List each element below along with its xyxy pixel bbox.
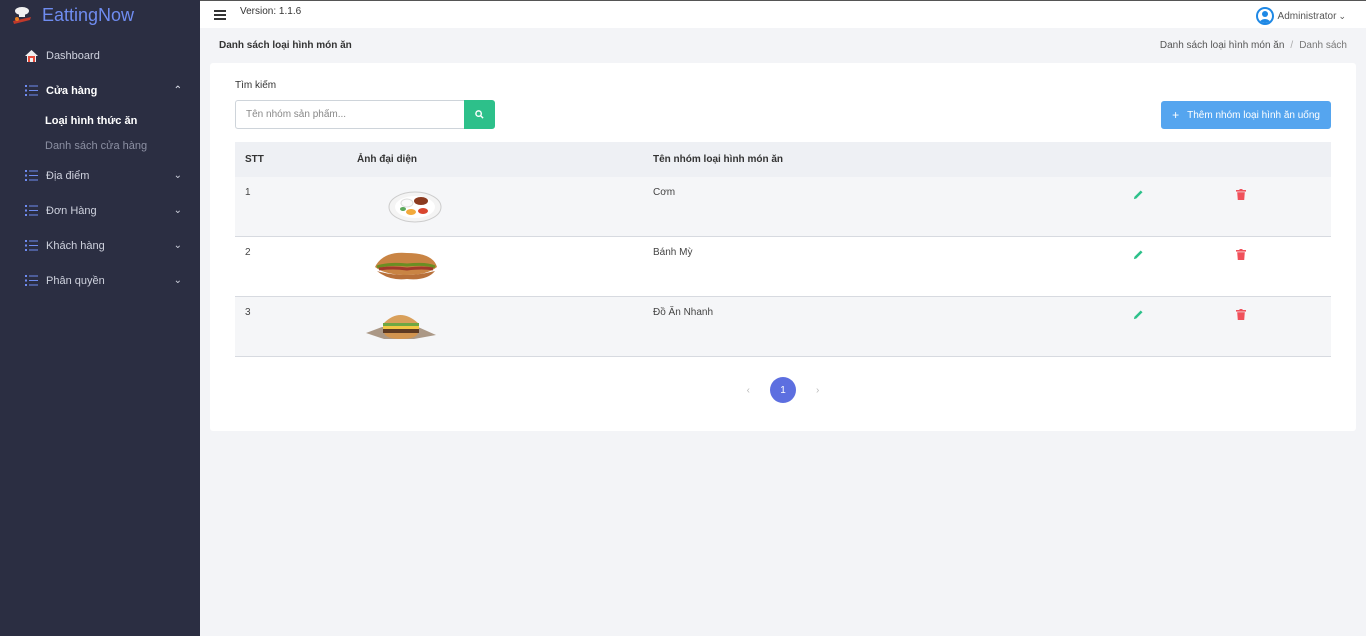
pagination-prev[interactable]: ‹ <box>747 385 750 396</box>
sidebar-menu: Dashboard Cửa hàng ⌃ Loại hình thức ăn D… <box>0 38 200 298</box>
trash-icon <box>1236 249 1246 260</box>
list-icon <box>24 85 38 97</box>
cell-name: Đồ Ăn Nhanh <box>653 307 714 318</box>
search-input[interactable] <box>235 100 464 129</box>
sidebar-item-dashboard[interactable]: Dashboard <box>0 38 200 73</box>
sidebar-item-permissions[interactable]: Phân quyền ⌄ <box>0 263 200 298</box>
list-icon <box>24 275 38 287</box>
column-header-stt: STT <box>245 154 264 165</box>
app-version: Version: 1.1.6 <box>240 6 302 17</box>
submenu-item-store-list[interactable]: Danh sách cửa hàng <box>0 133 200 158</box>
page-title: Danh sách loại hình món ăn <box>219 39 352 51</box>
list-icon <box>24 240 38 252</box>
sidebar-item-label: Địa điểm <box>46 169 90 182</box>
pencil-icon <box>1133 190 1143 200</box>
chef-logo-icon <box>10 4 34 26</box>
topbar: Version: 1.1.6 Administrator ⌄ <box>200 0 1366 28</box>
sidebar-item-label: Đơn Hàng <box>46 204 97 217</box>
chevron-up-icon: ⌃ <box>173 85 182 96</box>
cell-name: Cơm <box>653 187 676 198</box>
chevron-down-icon: ⌄ <box>173 170 182 181</box>
search-button[interactable] <box>464 100 495 129</box>
column-header-name: Tên nhóm loại hình món ăn <box>653 154 783 165</box>
sidebar-item-label: Phân quyền <box>46 274 105 287</box>
cell-image <box>347 297 653 345</box>
breadcrumb-current: Danh sách <box>1299 39 1347 51</box>
chevron-down-icon: ⌄ <box>173 240 182 251</box>
user-menu[interactable]: Administrator ⌄ <box>1255 7 1346 25</box>
pagination-page-current[interactable]: 1 <box>770 377 796 403</box>
food-type-table: STT Ảnh đại diện Tên nhóm loại hình món … <box>235 142 1331 357</box>
pencil-icon <box>1133 310 1143 320</box>
list-icon <box>24 205 38 217</box>
burger-image <box>366 315 436 339</box>
edit-button[interactable] <box>1123 237 1227 263</box>
delete-button[interactable] <box>1227 297 1307 323</box>
sidebar-item-locations[interactable]: Địa điểm ⌄ <box>0 158 200 193</box>
plus-icon: + <box>1172 108 1180 122</box>
sidebar: EattingNow Dashboard Cửa hàng ⌃ Loại hìn… <box>0 0 200 636</box>
user-name: Administrator <box>1277 10 1337 22</box>
table-row: 1 Cơm <box>235 177 1331 237</box>
breadcrumb-item[interactable]: Danh sách loại hình món ăn <box>1160 40 1285 51</box>
table-header: STT Ảnh đại diện Tên nhóm loại hình món … <box>235 142 1331 177</box>
delete-button[interactable] <box>1227 237 1307 263</box>
search-label: Tìm kiếm <box>235 80 277 91</box>
cell-stt: 1 <box>245 187 251 198</box>
submenu-item-food-types[interactable]: Loại hình thức ăn <box>0 108 200 133</box>
edit-button[interactable] <box>1123 177 1227 203</box>
cell-stt: 2 <box>245 247 251 258</box>
chevron-down-icon: ⌄ <box>1338 10 1346 21</box>
cell-stt: 3 <box>245 307 251 318</box>
sidebar-item-orders[interactable]: Đơn Hàng ⌄ <box>0 193 200 228</box>
add-button-label: Thêm nhóm loại hình ăn uống <box>1187 109 1320 121</box>
table-row: 2 Bánh Mỳ <box>235 237 1331 297</box>
sidebar-item-label: Khách hàng <box>46 239 105 252</box>
page-header: Danh sách loại hình món ăn Danh sách loạ… <box>200 28 1366 62</box>
com-dish-image <box>388 191 442 223</box>
banh-my-image <box>375 252 437 280</box>
breadcrumb: Danh sách loại hình món ăn / Danh sách <box>1159 39 1347 51</box>
content-card: Tìm kiếm + Thêm nhóm loại hình ăn uống S… <box>210 63 1356 431</box>
hamburger-menu-icon[interactable] <box>214 8 226 22</box>
pagination-next[interactable]: › <box>816 385 819 396</box>
brand-name: EattingNow <box>42 4 135 25</box>
cell-image <box>347 237 653 285</box>
chevron-down-icon: ⌄ <box>173 205 182 216</box>
sidebar-item-label: Cửa hàng <box>46 84 98 97</box>
pencil-icon <box>1133 250 1143 260</box>
sidebar-item-customers[interactable]: Khách hàng ⌄ <box>0 228 200 263</box>
column-header-image: Ảnh đại diện <box>357 154 417 165</box>
house-icon <box>24 49 38 62</box>
trash-icon <box>1236 309 1246 320</box>
cell-image <box>347 177 653 225</box>
sidebar-item-label: Dashboard <box>46 49 100 62</box>
user-avatar-icon <box>1255 7 1274 25</box>
brand[interactable]: EattingNow <box>0 0 200 30</box>
delete-button[interactable] <box>1227 177 1307 203</box>
search-icon <box>475 110 484 119</box>
add-food-type-button[interactable]: + Thêm nhóm loại hình ăn uống <box>1161 101 1331 129</box>
table-row: 3 Đồ Ăn Nhanh <box>235 297 1331 357</box>
trash-icon <box>1236 189 1246 200</box>
list-icon <box>24 170 38 182</box>
sidebar-item-store[interactable]: Cửa hàng ⌃ <box>0 73 200 108</box>
pagination: ‹ 1 › <box>210 377 1356 403</box>
cell-name: Bánh Mỳ <box>653 247 693 258</box>
chevron-down-icon: ⌄ <box>173 275 182 286</box>
search-box <box>235 100 495 129</box>
edit-button[interactable] <box>1123 297 1227 323</box>
